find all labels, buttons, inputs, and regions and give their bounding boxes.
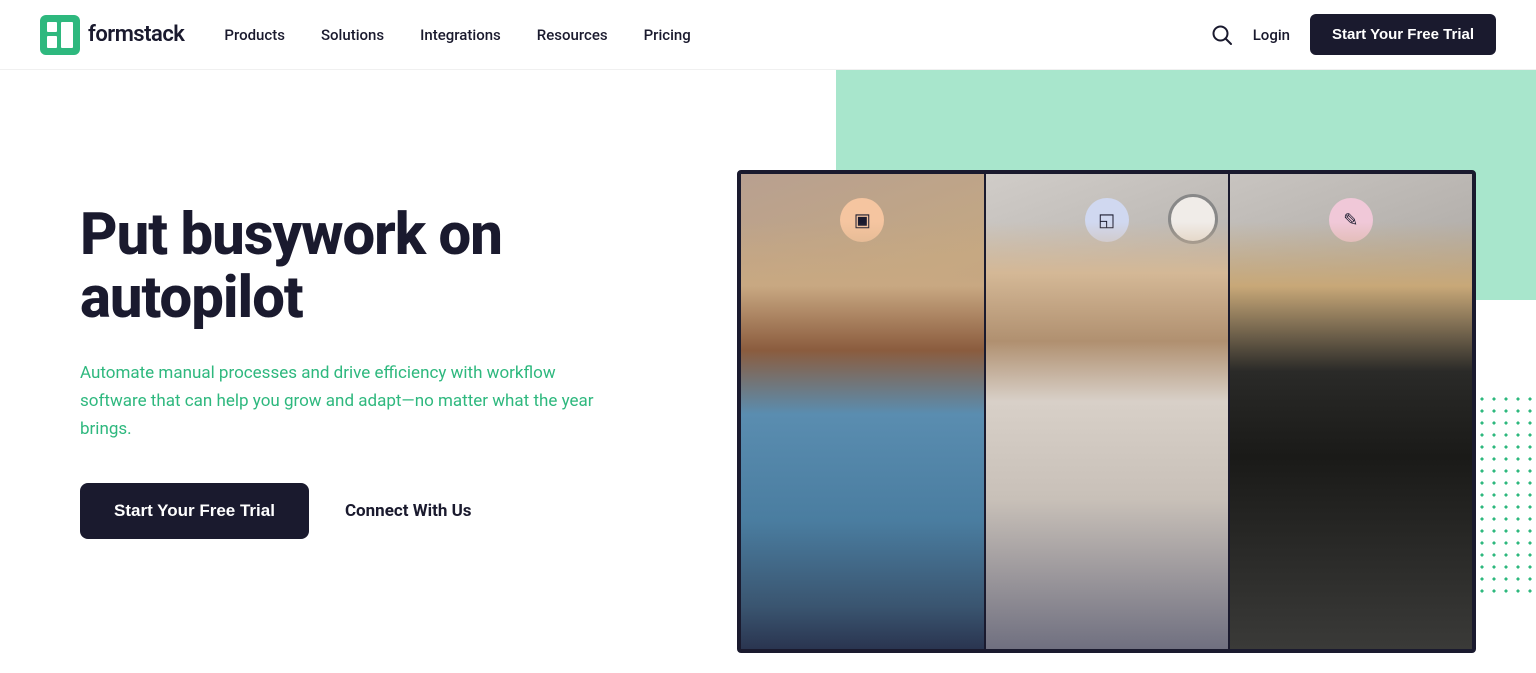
- navbar: formstack Products Solutions Integration…: [0, 0, 1536, 70]
- nav-links: Products Solutions Integrations Resource…: [224, 26, 1210, 44]
- video-panel-1: ▣: [741, 174, 985, 649]
- hero-title: Put busywork on autopilot: [80, 204, 697, 332]
- person-silhouette-1: [741, 222, 983, 650]
- nav-products[interactable]: Products: [224, 26, 285, 44]
- nav-right: Login Start Your Free Trial: [1211, 14, 1496, 55]
- logo-link[interactable]: formstack: [40, 15, 184, 55]
- search-icon: [1211, 24, 1233, 46]
- nav-cta-button[interactable]: Start Your Free Trial: [1310, 14, 1496, 55]
- green-dots-pattern: [1476, 393, 1536, 593]
- nav-integrations[interactable]: Integrations: [420, 26, 501, 44]
- hero-actions: Start Your Free Trial Connect With Us: [80, 483, 697, 539]
- hero-section: Put busywork on autopilot Automate manua…: [0, 70, 1536, 673]
- search-button[interactable]: [1211, 24, 1233, 46]
- nav-pricing[interactable]: Pricing: [644, 26, 691, 44]
- person-silhouette-2: [986, 222, 1228, 650]
- hero-cta-button[interactable]: Start Your Free Trial: [80, 483, 309, 539]
- video-panel-3: ✎: [1230, 174, 1472, 649]
- video-panel-2: ◱: [986, 174, 1230, 649]
- connect-with-us-link[interactable]: Connect With Us: [345, 501, 472, 521]
- logo-icon: [40, 15, 80, 55]
- brand-name: formstack: [88, 22, 184, 47]
- hero-left: Put busywork on autopilot Automate manua…: [0, 144, 737, 600]
- hero-right: ▣ ◱ ✎: [737, 70, 1536, 673]
- person-silhouette-3: [1230, 222, 1472, 650]
- nav-solutions[interactable]: Solutions: [321, 26, 384, 44]
- login-link[interactable]: Login: [1253, 26, 1290, 44]
- nav-resources[interactable]: Resources: [537, 26, 608, 44]
- hero-video-container: ▣ ◱ ✎: [737, 170, 1476, 653]
- hero-subtitle: Automate manual processes and drive effi…: [80, 359, 600, 443]
